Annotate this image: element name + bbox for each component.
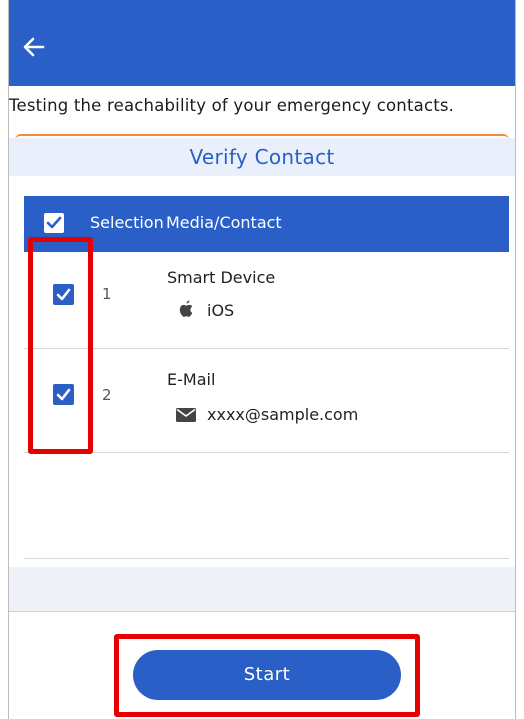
footer-band: [9, 567, 515, 611]
frame-left: [0, 0, 8, 719]
header-media-contact: Media/Contact: [166, 213, 282, 232]
highlight-start-button: [114, 634, 420, 717]
header-selection: Selection: [90, 213, 164, 232]
row-number: 1: [102, 285, 112, 303]
row-number: 2: [102, 386, 112, 404]
apple-icon: [179, 300, 193, 317]
contact-value: xxxx@sample.com: [207, 405, 359, 424]
frame-right: [516, 0, 524, 719]
contact-value: iOS: [207, 301, 235, 320]
app-bar: [9, 0, 515, 86]
table-row: 1 Smart Device iOS: [24, 252, 509, 349]
media-type: E-Mail: [167, 370, 216, 389]
mail-icon: [176, 408, 196, 422]
section-title: Verify Contact: [9, 138, 515, 176]
footer-divider: [9, 611, 515, 612]
table-row: 2 E-Mail xxxx@sample.com: [24, 349, 509, 453]
notice-text: Testing the reachability of your emergen…: [9, 96, 455, 115]
table-bottom-divider: [24, 558, 509, 559]
check-icon: [46, 216, 62, 229]
highlight-checkboxes: [28, 237, 93, 454]
select-all-checkbox[interactable]: [44, 213, 64, 233]
media-type: Smart Device: [167, 268, 276, 287]
contacts-table: Selection Media/Contact 1 Smart Device i…: [24, 196, 509, 560]
table-header: Selection Media/Contact: [24, 196, 509, 252]
arrow-left-icon[interactable]: [19, 32, 49, 62]
